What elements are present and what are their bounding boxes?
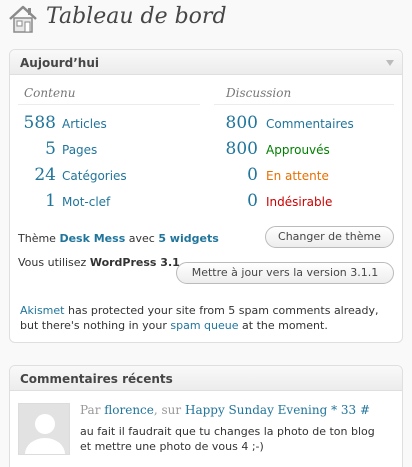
akismet-text: has protected your site from 5 spam comm… [67, 304, 379, 317]
comment-meta: Par florence, sur Happy Sunday Evening *… [80, 403, 370, 417]
divider [18, 104, 200, 105]
divider [214, 104, 394, 105]
pending-link[interactable]: En attente [266, 169, 329, 183]
spam-count[interactable]: 0 [214, 191, 258, 211]
comments-count[interactable]: 800 [214, 113, 258, 133]
version-line: Vous utilisez WordPress 3.1 [18, 256, 180, 269]
akismet-text-2: but there's nothing in your [20, 319, 167, 332]
approved-link[interactable]: Approuvés [266, 143, 330, 157]
articles-link[interactable]: Articles [62, 117, 107, 131]
change-theme-button[interactable]: Changer de thème [265, 226, 394, 248]
comment-author-link[interactable]: florence [104, 403, 154, 417]
tags-count[interactable]: 1 [14, 191, 56, 211]
comment-permalink[interactable]: # [360, 403, 370, 417]
content-heading: Contenu [24, 86, 76, 100]
update-wordpress-button[interactable]: Mettre à jour vers la version 3.1.1 [176, 262, 394, 284]
akismet-line-1: Akismet has protected your site from 5 s… [20, 304, 379, 317]
comment-on: , sur [153, 403, 182, 417]
comment-excerpt-line-1: au fait il faudrait que tu changes la ph… [80, 425, 375, 438]
theme-mid: avec [128, 232, 155, 245]
akismet-line-2: but there's nothing in your spam queue a… [20, 319, 328, 332]
spam-queue-link[interactable]: spam queue [170, 319, 238, 332]
pending-count[interactable]: 0 [214, 165, 258, 185]
chevron-down-icon[interactable] [378, 50, 402, 75]
categories-count[interactable]: 24 [14, 165, 56, 185]
spam-link[interactable]: Indésirable [266, 195, 332, 209]
box-title: Aujourd’hui [20, 56, 99, 70]
akismet-link[interactable]: Akismet [20, 304, 64, 317]
akismet-end: at the moment. [242, 319, 328, 332]
pages-link[interactable]: Pages [62, 143, 97, 157]
theme-name-link[interactable]: Desk Mess [59, 232, 125, 245]
avatar [18, 403, 70, 455]
pages-count[interactable]: 5 [14, 139, 56, 159]
box-header[interactable]: Aujourd’hui [10, 50, 402, 75]
theme-line: Thème Desk Mess avec 5 widgets [18, 232, 219, 245]
categories-link[interactable]: Catégories [62, 169, 127, 183]
comment-by: Par [80, 403, 101, 417]
theme-prefix: Thème [18, 232, 56, 245]
comments-link[interactable]: Commentaires [266, 117, 354, 131]
home-icon [9, 5, 37, 33]
articles-count[interactable]: 588 [14, 113, 56, 133]
tags-link[interactable]: Mot-clef [62, 195, 110, 209]
widgets-link[interactable]: 5 widgets [158, 232, 218, 245]
comment-excerpt-line-2: et mettre une photo de vous 4 ;-) [80, 440, 264, 453]
avatar-silhouette-icon [25, 414, 65, 454]
version-prefix: Vous utilisez [18, 256, 87, 269]
version-name: WordPress 3.1 [89, 256, 180, 269]
discussion-heading: Discussion [226, 86, 292, 100]
box-title: Commentaires récents [20, 372, 173, 386]
page-title: Tableau de bord [46, 4, 227, 29]
box-header[interactable]: Commentaires récents [10, 366, 402, 391]
header: Tableau de bord [0, 0, 412, 40]
approved-count[interactable]: 800 [214, 139, 258, 159]
comment-post-link[interactable]: Happy Sunday Evening * 33 [185, 403, 356, 417]
